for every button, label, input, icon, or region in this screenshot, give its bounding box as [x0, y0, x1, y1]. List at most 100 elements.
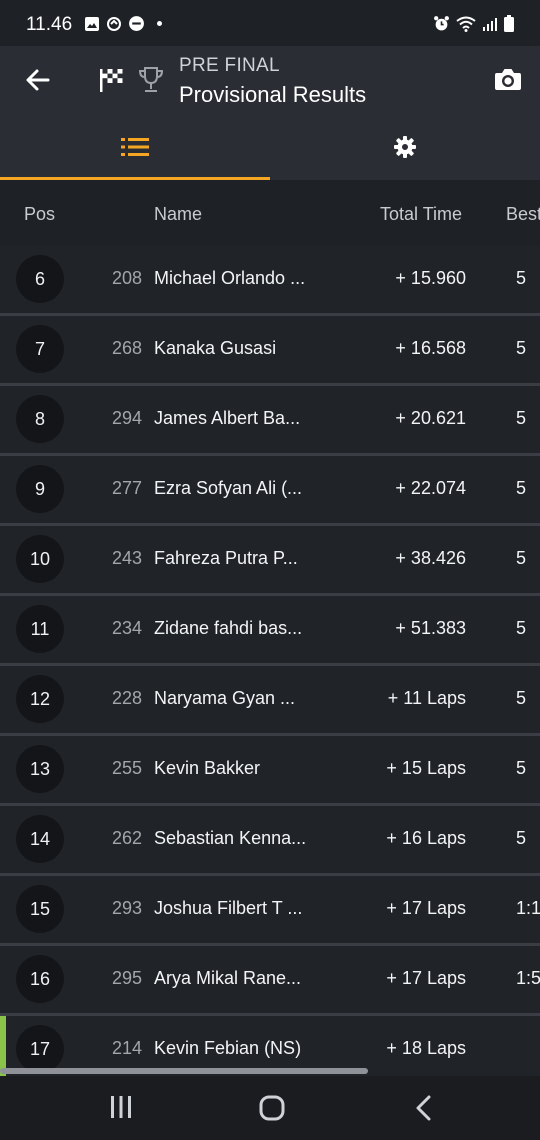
position-badge: 6: [16, 255, 64, 303]
total-time: + 15.960: [395, 268, 466, 288]
best-lap: 1:1: [516, 898, 540, 918]
gesture-icon: [107, 16, 121, 31]
rider-number: 295: [112, 968, 143, 988]
table-row[interactable]: 7 268 Kanaka Gusasi + 16.568 5: [0, 316, 540, 386]
status-left-icons: [84, 15, 162, 32]
rider-name: Naryama Gyan ...: [154, 688, 296, 708]
horizontal-scrollbar[interactable]: [0, 1068, 368, 1074]
image-icon: [85, 16, 99, 31]
rider-number: 293: [112, 898, 143, 918]
best-lap: 5: [516, 758, 527, 778]
column-header-name: Name: [154, 204, 203, 224]
results-table-body: 6 208 Michael Orlando ... + 15.960 5 7 2…: [0, 246, 540, 1086]
position-badge: 14: [16, 815, 64, 863]
best-lap: 5: [516, 618, 527, 638]
status-time: 11.46: [26, 14, 73, 35]
total-time: + 11 Laps: [387, 688, 466, 708]
status-right-icons: [433, 15, 514, 32]
rider-name: Zidane fahdi bas...: [154, 618, 303, 638]
rider-number: 268: [112, 338, 143, 358]
total-time: + 20.621: [395, 408, 466, 428]
rider-number: 228: [112, 688, 143, 708]
best-lap: 5: [516, 338, 527, 358]
rider-name: Sebastian Kenna...: [154, 828, 307, 848]
table-row[interactable]: 11 234 Zidane fahdi bas... + 51.383 5: [0, 596, 540, 666]
position-badge: 16: [16, 955, 64, 1003]
rider-name: Michael Orlando ...: [154, 268, 306, 288]
table-row[interactable]: 10 243 Fahreza Putra P... + 38.426 5: [0, 526, 540, 596]
table-row[interactable]: 15 293 Joshua Filbert T ... + 17 Laps 1:…: [0, 876, 540, 946]
rider-number: 255: [112, 758, 143, 778]
table-row[interactable]: 14 262 Sebastian Kenna... + 16 Laps 5: [0, 806, 540, 876]
notification-dot: [157, 21, 162, 26]
gear-icon: [394, 136, 416, 158]
best-lap: 5: [516, 478, 527, 498]
system-navigation-bar: [0, 1076, 540, 1140]
page-title: Provisional Results: [179, 82, 367, 107]
rider-number: 277: [112, 478, 143, 498]
position-badge: 13: [16, 745, 64, 793]
total-time: + 22.074: [395, 478, 466, 498]
best-lap: 5: [516, 828, 527, 848]
total-time: + 17 Laps: [386, 968, 466, 988]
results-table-header: Pos Name Total Time Best: [0, 180, 540, 246]
signal-icon: [483, 17, 497, 31]
total-time: + 15 Laps: [386, 758, 466, 778]
wifi-icon: [456, 16, 476, 32]
position-badge: 12: [16, 675, 64, 723]
column-header-total-time: Total Time: [380, 204, 463, 224]
tab-bar: [0, 114, 540, 180]
recent-apps-icon[interactable]: [109, 1094, 133, 1120]
table-row[interactable]: 8 294 James Albert Ba... + 20.621 5: [0, 386, 540, 456]
position-badge: 7: [16, 325, 64, 373]
column-header-pos: Pos: [24, 204, 56, 224]
rider-number: 262: [112, 828, 143, 848]
rider-number: 294: [112, 408, 143, 428]
back-icon[interactable]: [412, 1094, 436, 1122]
camera-icon[interactable]: [494, 66, 522, 92]
rider-name: Kevin Bakker: [154, 758, 261, 778]
total-time: + 17 Laps: [386, 898, 466, 918]
tab-settings[interactable]: [270, 114, 540, 180]
checkered-flag-icon: [100, 69, 123, 92]
best-lap: 5: [516, 548, 527, 568]
rider-number: 234: [112, 618, 143, 638]
rider-number: 208: [112, 268, 143, 288]
back-arrow-icon[interactable]: [24, 66, 52, 94]
rider-name: Kevin Febian (NS): [154, 1038, 302, 1058]
position-badge: 10: [16, 535, 64, 583]
app-bar: PRE FINAL Provisional Results: [0, 46, 540, 114]
status-bar: 11.46: [0, 0, 540, 46]
rider-number: 214: [112, 1038, 143, 1058]
table-row[interactable]: 13 255 Kevin Bakker + 15 Laps 5: [0, 736, 540, 806]
position-badge: 11: [16, 605, 64, 653]
rider-name: Kanaka Gusasi: [154, 338, 277, 358]
total-time: + 16.568: [395, 338, 466, 358]
table-row[interactable]: 12 228 Naryama Gyan ... + 11 Laps 5: [0, 666, 540, 736]
rider-name: Fahreza Putra P...: [154, 548, 298, 568]
position-badge: 17: [16, 1025, 64, 1073]
table-row[interactable]: 6 208 Michael Orlando ... + 15.960 5: [0, 246, 540, 316]
column-header-best: Best: [506, 204, 540, 224]
best-lap: 5: [516, 688, 527, 708]
position-badge: 15: [16, 885, 64, 933]
total-time: + 16 Laps: [386, 828, 466, 848]
best-lap: 1:5: [516, 968, 540, 988]
trophy-icon: [138, 67, 164, 92]
position-badge: 9: [16, 465, 64, 513]
home-icon[interactable]: [258, 1094, 286, 1122]
rider-name: Ezra Sofyan Ali (...: [154, 478, 303, 498]
best-lap: 5: [516, 408, 527, 428]
rider-name: Joshua Filbert T ...: [154, 898, 303, 918]
total-time: + 18 Laps: [386, 1038, 466, 1058]
total-time: + 38.426: [395, 548, 466, 568]
table-row[interactable]: 9 277 Ezra Sofyan Ali (... + 22.074 5: [0, 456, 540, 526]
rider-name: Arya Mikal Rane...: [154, 968, 302, 988]
tab-results-list[interactable]: [0, 114, 270, 180]
battery-icon: [504, 15, 514, 32]
position-badge: 8: [16, 395, 64, 443]
session-subtitle: PRE FINAL: [179, 55, 280, 76]
list-icon: [121, 138, 149, 156]
table-row[interactable]: 16 295 Arya Mikal Rane... + 17 Laps 1:5: [0, 946, 540, 1016]
alarm-icon: [434, 16, 449, 31]
